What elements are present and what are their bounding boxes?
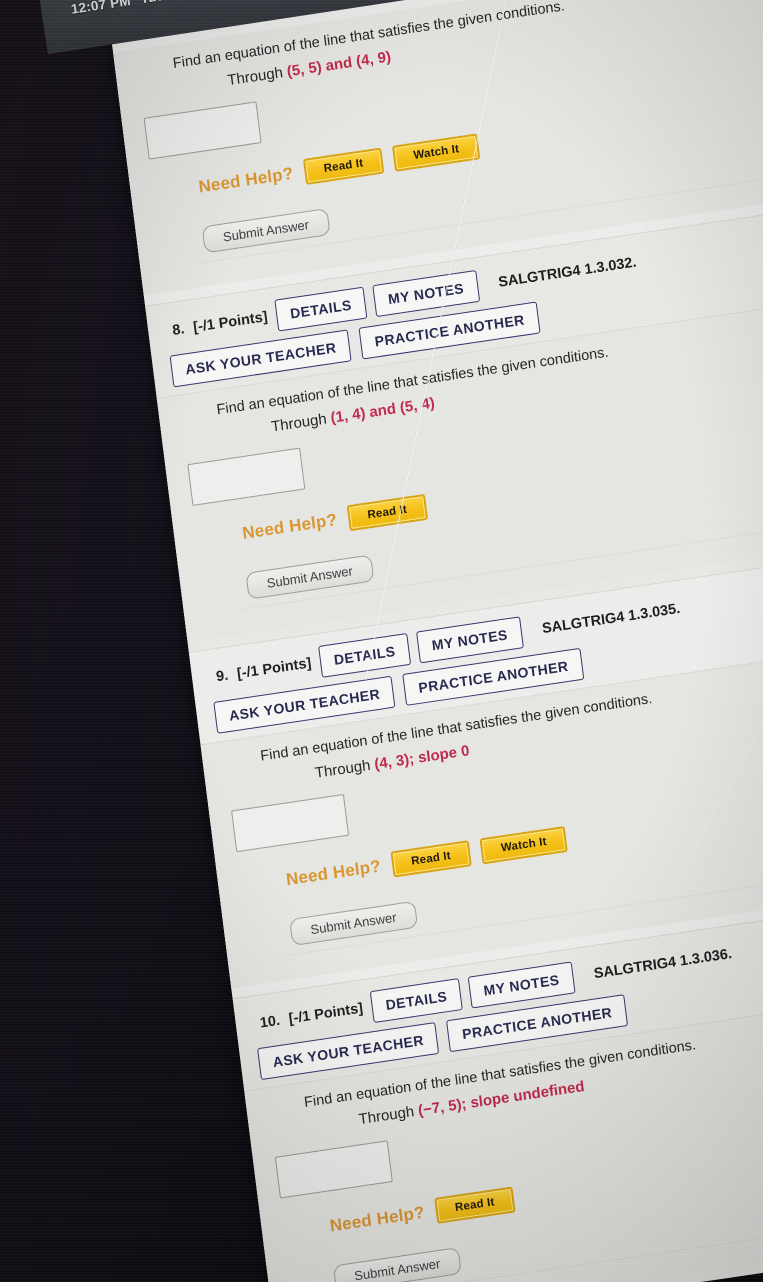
answer-input[interactable] xyxy=(231,793,350,853)
watch-it-button[interactable]: Watch It xyxy=(479,826,568,865)
need-help-label: Need Help? xyxy=(241,510,339,543)
answer-input[interactable] xyxy=(274,1140,393,1199)
question-number: 8. xyxy=(171,321,186,339)
read-it-button[interactable]: Read It xyxy=(389,840,473,878)
answer-input[interactable] xyxy=(143,101,262,160)
need-help-label: Need Help? xyxy=(284,856,382,890)
condition-points: (4, 3); slope 0 xyxy=(373,742,471,774)
watch-it-button[interactable]: Watch It xyxy=(392,133,481,172)
condition-prefix: Through xyxy=(313,756,376,782)
condition-prefix: Through xyxy=(226,63,289,90)
submit-answer-button[interactable]: Submit Answer xyxy=(332,1247,462,1282)
question-number: 9. xyxy=(215,667,230,686)
read-it-button[interactable]: Read It xyxy=(346,493,429,532)
photo-of-screen: Find an equation of the line that satisf… xyxy=(0,0,763,1282)
condition-prefix: Through xyxy=(357,1102,420,1129)
need-help-label: Need Help? xyxy=(197,163,295,197)
question-points: [-/1 Points] xyxy=(287,1000,364,1028)
condition-prefix: Through xyxy=(270,409,332,436)
webassign-page: Find an equation of the line that satisf… xyxy=(108,0,763,1282)
answer-input[interactable] xyxy=(187,447,306,506)
screen-area: Find an equation of the line that satisf… xyxy=(0,0,763,1282)
need-help-label: Need Help? xyxy=(328,1202,426,1236)
read-it-button[interactable]: Read It xyxy=(302,147,385,185)
question-number: 10. xyxy=(258,1012,281,1032)
read-it-button[interactable]: Read It xyxy=(433,1186,516,1224)
question-points: [-/1 Points] xyxy=(236,655,313,683)
question-points: [-/1 Points] xyxy=(192,309,269,336)
